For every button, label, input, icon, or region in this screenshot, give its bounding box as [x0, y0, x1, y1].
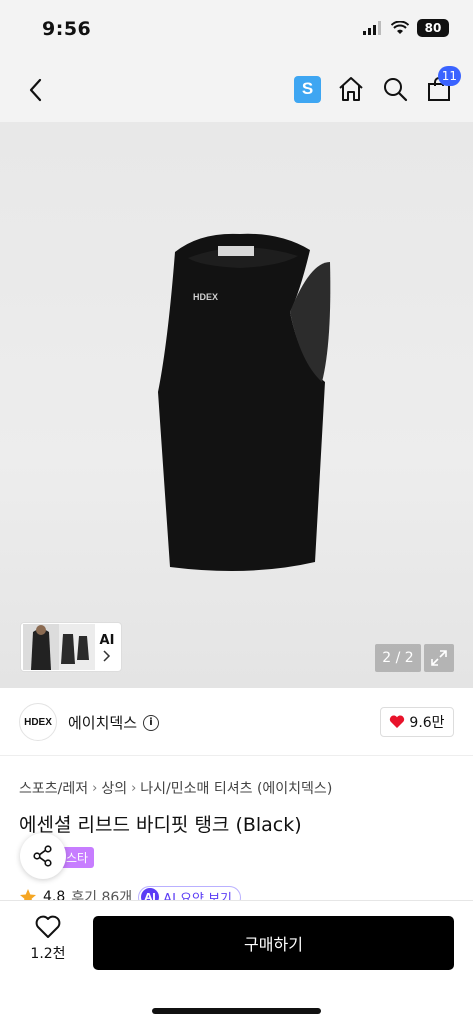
heart-filled-icon [390, 715, 405, 728]
bottom-action-bar: 1.2천 구매하기 [0, 900, 473, 1024]
cart-count-badge: 11 [437, 66, 461, 86]
chevron-right-icon: › [92, 780, 98, 796]
wishlist-button[interactable]: 1.2천 [22, 915, 74, 971]
gallery-page-counter: 2 / 2 [375, 644, 421, 672]
search-icon [384, 78, 408, 102]
chevron-right-icon [103, 649, 111, 662]
thumbnail-ai-label: AI [95, 633, 119, 662]
share-button[interactable] [20, 833, 66, 879]
brand-logo[interactable]: HDEX [19, 703, 57, 741]
chevron-left-icon [29, 78, 42, 102]
brand-name-link[interactable]: 에이치덱스 i [68, 712, 160, 733]
share-icon [33, 845, 52, 867]
product-gallery[interactable]: HDEX AI 2 / 2 [0, 122, 473, 688]
home-button[interactable] [337, 74, 365, 104]
brand-like-button[interactable]: 9.6만 [380, 707, 454, 737]
brand-like-count: 9.6만 [409, 715, 445, 731]
brand-row: HDEX 에이치덱스 i 9.6만 [0, 688, 473, 756]
expand-icon [431, 650, 447, 666]
thumbnail-images [23, 624, 95, 670]
breadcrumb: 스포츠/레저 › 상의 › 나시/민소매 티셔츠 (에이치덱스) [19, 778, 332, 798]
back-button[interactable] [20, 74, 52, 106]
signal-icon [363, 21, 381, 35]
status-bar: 9:56 80 [0, 0, 473, 60]
nav-bar: S 11 [0, 60, 473, 122]
home-indicator [152, 1008, 321, 1014]
cart-button[interactable]: 11 [425, 66, 461, 104]
ai-label: AI [99, 632, 115, 648]
product-logo-text: HDEX [193, 292, 218, 302]
breadcrumb-item[interactable]: 상의 [101, 778, 127, 798]
buy-button[interactable]: 구매하기 [93, 916, 454, 970]
product-image: HDEX [158, 233, 331, 572]
wishlist-count: 1.2천 [30, 946, 66, 962]
product-title: 에센셜 리브드 바디핏 탱크 (Black) [19, 814, 302, 836]
snap-s-button[interactable]: S [294, 75, 321, 103]
chevron-right-icon: › [131, 780, 137, 796]
status-time: 9:56 [42, 18, 92, 40]
thumbnail-model-image [23, 624, 95, 670]
wifi-icon [391, 21, 409, 34]
expand-gallery-button[interactable] [424, 644, 454, 672]
home-icon [339, 77, 363, 101]
breadcrumb-item[interactable]: 스포츠/레저 [19, 778, 88, 798]
ai-thumbnail-card[interactable]: AI [20, 622, 122, 672]
battery-indicator: 80 [417, 19, 449, 37]
info-icon[interactable]: i [143, 714, 160, 731]
heart-outline-icon [35, 915, 61, 938]
brand-name: 에이치덱스 [68, 714, 138, 732]
nav-actions: S 11 [294, 66, 461, 104]
search-button[interactable] [381, 74, 409, 104]
breadcrumb-item[interactable]: 나시/민소매 티셔츠 (에이치덱스) [140, 778, 332, 798]
status-icons: 80 [363, 19, 449, 37]
